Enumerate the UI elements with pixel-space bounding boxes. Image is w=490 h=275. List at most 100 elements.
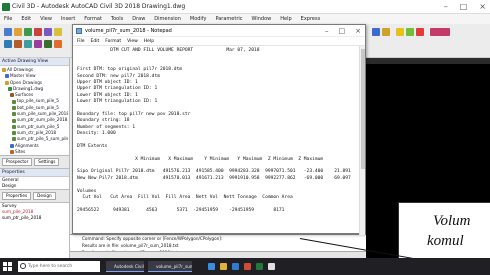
civil3d-app-icon (2, 3, 10, 11)
line-tool-icon[interactable] (4, 40, 12, 48)
taskbar: Type here to search Autodesk Civil 3D vo… (0, 258, 490, 275)
file-explorer-icon[interactable] (220, 263, 227, 270)
view-icon (5, 74, 9, 79)
minimize-button[interactable]: – (444, 0, 448, 13)
surface-icon (12, 118, 16, 123)
menu-view[interactable]: View (40, 14, 52, 24)
report-line: Sipo Original Pil7r 2018.dtm 491576.213 … (77, 169, 351, 175)
close-button[interactable]: × (479, 0, 486, 13)
taskbar-search-placeholder: Type here to search (28, 264, 73, 269)
folder-icon (2, 68, 6, 73)
alignment-icon (10, 143, 14, 148)
app-menu-bar: File Edit View Insert Format Tools Draw … (0, 14, 490, 24)
report-line: X Minimum X Maximum Y Minimum Y Maximum … (77, 156, 324, 162)
circle-tool-icon[interactable] (24, 40, 32, 48)
taskbar-search-box[interactable]: Type here to search (18, 261, 100, 272)
taskbar-item-notepad[interactable]: volume_pil7r_sum... (148, 261, 192, 272)
report-line: New New Pil7r 2018.dtm 491578.013 491671… (77, 175, 351, 181)
prospector-tree: All Drawings Master View Open Drawings D… (0, 66, 69, 155)
maximize-button[interactable]: □ (460, 0, 468, 13)
drawing-icon (8, 87, 12, 92)
viewport-header-strip (366, 58, 490, 64)
hatch-tool-icon[interactable] (44, 40, 52, 48)
edge-icon[interactable] (208, 263, 215, 270)
undo-icon[interactable] (44, 28, 52, 36)
menu-file[interactable]: File (4, 14, 12, 24)
color-red-icon[interactable] (416, 28, 424, 36)
notepad-menu-view[interactable]: View (127, 37, 138, 45)
surface-icon (12, 124, 16, 129)
arc-tool-icon[interactable] (34, 40, 42, 48)
drawing-annotation-line1: Volum (433, 213, 471, 229)
surface-icon (12, 112, 16, 117)
civil3d-taskbar-icon[interactable] (256, 263, 263, 270)
notepad-menu-format[interactable]: Format (105, 37, 121, 45)
new-icon[interactable] (4, 28, 12, 36)
properties-header: Properties (0, 169, 69, 178)
folder-icon (5, 80, 9, 85)
lower-list-item[interactable]: sum_ptr_pile_2018 (0, 215, 69, 221)
menu-window[interactable]: Window (252, 14, 272, 24)
notepad-menu-help[interactable]: Help (144, 37, 154, 45)
menu-tools[interactable]: Tools (111, 14, 123, 24)
drawing-sheet[interactable]: Volum komul (398, 202, 490, 258)
store-icon[interactable] (232, 263, 239, 270)
taskbar-item-civil3d[interactable]: Autodesk Civil 3D (106, 261, 144, 272)
notepad-window-controls: – □ × (325, 25, 361, 37)
search-icon (20, 263, 26, 269)
app-window-controls: – □ × (444, 0, 486, 13)
notepad-menu-file[interactable]: File (77, 37, 85, 45)
notepad-title-bar: volume_pil7r_sum_2018 - Notepad – □ × (73, 25, 365, 37)
app-title-text: Civil 3D - Autodesk AutoCAD Civil 3D 201… (12, 3, 186, 10)
save-icon[interactable] (24, 28, 32, 36)
report-line: 29456522 949381 4563 5371 -29451959 -294… (77, 207, 285, 213)
surface-folder-icon (10, 93, 14, 98)
scrollbar-thumb[interactable] (361, 49, 365, 169)
windows-start-icon[interactable] (3, 262, 12, 271)
menu-insert[interactable]: Insert (61, 14, 75, 24)
print-icon[interactable] (34, 28, 42, 36)
command-input[interactable] (70, 251, 366, 258)
polyline-tool-icon[interactable] (14, 40, 22, 48)
menu-edit[interactable]: Edit (21, 14, 31, 24)
chrome-icon[interactable] (244, 263, 251, 270)
notepad-window: volume_pil7r_sum_2018 - Notepad – □ × Fi… (72, 24, 366, 235)
redo-icon[interactable] (54, 28, 62, 36)
menu-parametric[interactable]: Parametric (215, 14, 242, 24)
color-yellow-icon[interactable] (396, 28, 404, 36)
notepad-minimize-button[interactable]: – (325, 25, 329, 37)
menu-dimension[interactable]: Dimension (154, 14, 181, 24)
color-dropdown[interactable] (430, 28, 450, 36)
layer-state-icon[interactable] (382, 28, 390, 36)
notepad-title: volume_pil7r_sum_2018 - Notepad (85, 28, 172, 34)
menu-express[interactable]: Express (301, 14, 321, 24)
notepad-icon (76, 28, 82, 34)
toolspace-header: Active Drawing View (0, 58, 69, 66)
properties-tabs: Properties Design (0, 189, 69, 204)
notepad-menu-bar: File Edit Format View Help (73, 37, 365, 46)
surface-icon (12, 137, 16, 142)
notepad-close-button[interactable]: × (355, 25, 361, 37)
notepad-menu-edit[interactable]: Edit (91, 37, 100, 45)
tab-design[interactable]: Design (33, 192, 56, 201)
app-title-bar: Civil 3D - Autodesk AutoCAD Civil 3D 201… (0, 0, 490, 14)
tab-properties[interactable]: Properties (2, 192, 32, 201)
tab-prospector[interactable]: Prospector (2, 158, 33, 167)
notepad-vertical-scrollbar[interactable] (359, 46, 365, 235)
menu-draw[interactable]: Draw (132, 14, 145, 24)
notepad-text-area[interactable]: DTM CUT AND FILL VOLUME REPORT Mar 07, 2… (73, 46, 361, 235)
tab-settings[interactable]: Settings (34, 158, 60, 167)
layer-icon[interactable] (372, 28, 380, 36)
notepad-taskbar-icon[interactable] (268, 263, 275, 270)
menu-format[interactable]: Format (84, 14, 102, 24)
toolspace-panel: Active Drawing View All Drawings Master … (0, 58, 70, 258)
command-history-line: Command: Specify opposite corner or [Fen… (82, 236, 223, 241)
menu-modify[interactable]: Modify (190, 14, 207, 24)
notepad-maximize-button[interactable]: □ (339, 25, 346, 37)
surface-icon (12, 105, 16, 110)
color-green-icon[interactable] (406, 28, 414, 36)
text-tool-icon[interactable] (54, 40, 62, 48)
menu-help[interactable]: Help (280, 14, 291, 24)
surface-icon (12, 99, 16, 104)
open-icon[interactable] (14, 28, 22, 36)
